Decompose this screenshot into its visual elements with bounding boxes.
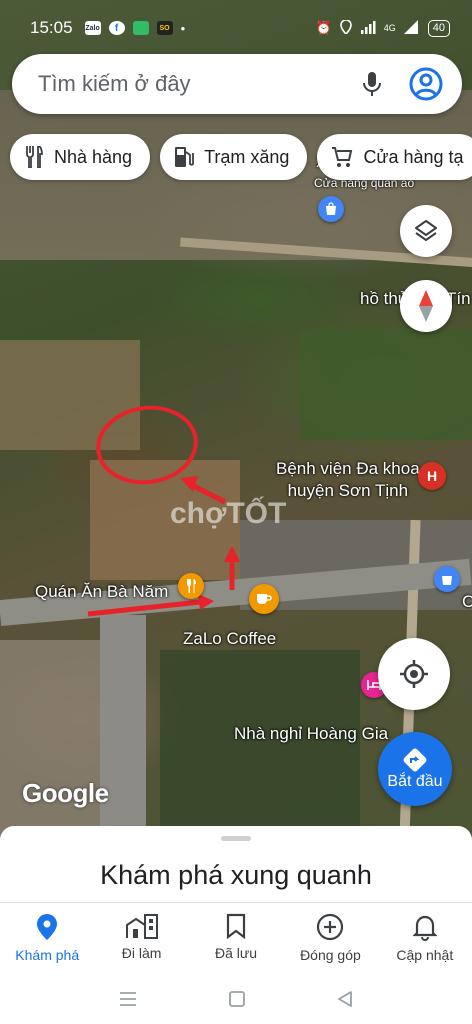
layers-icon	[415, 220, 437, 241]
account-icon[interactable]	[404, 62, 448, 106]
annotation-overlay	[87, 405, 240, 617]
chat-notification-icon	[132, 21, 149, 35]
status-time: 15:05	[30, 18, 73, 37]
place-label-quan-an[interactable]: Quán Ăn Bà Năm	[35, 582, 168, 602]
annotation-arrow-head	[180, 476, 198, 492]
compass-button[interactable]	[400, 280, 452, 332]
bottom-navigation: Khám phá Đi làm Đã lưu Đóng góp Cập nhật	[0, 902, 472, 974]
home-icon[interactable]	[228, 990, 246, 1008]
nav-commute[interactable]: Đi làm	[94, 903, 188, 974]
my-location-button[interactable]	[378, 638, 450, 710]
compass-icon	[419, 290, 433, 322]
annotation-arrow-head	[224, 546, 240, 562]
shopping-bag-icon[interactable]	[318, 196, 344, 222]
search-bar[interactable]: Tìm kiếm ở đây	[12, 54, 462, 114]
status-bar: 15:05 Zalo f SO ● ⏰ 4G 40	[0, 0, 472, 56]
chip-label: Cửa hàng tạ	[363, 146, 464, 167]
so-notification-icon: SO	[156, 21, 173, 35]
chip-stores[interactable]: Cửa hàng tạ	[317, 134, 472, 180]
search-input[interactable]: Tìm kiếm ở đây	[38, 71, 350, 97]
sheet-title: Khám phá xung quanh	[100, 860, 372, 890]
nav-explore[interactable]: Khám phá	[0, 903, 94, 974]
layers-button[interactable]	[400, 205, 452, 257]
location-icon	[339, 18, 352, 37]
bookmark-icon	[226, 913, 246, 939]
back-icon[interactable]	[336, 990, 354, 1008]
nav-label: Đi làm	[121, 945, 162, 961]
cart-icon	[332, 147, 353, 167]
bell-icon	[412, 915, 437, 941]
chip-label: Trạm xăng	[204, 146, 290, 167]
watermark: chợTỐT	[170, 497, 287, 530]
directions-icon	[403, 748, 427, 772]
dot-icon: ●	[180, 23, 186, 33]
google-attribution: Google	[22, 778, 109, 808]
fork-knife-icon	[26, 146, 43, 168]
nav-contribute[interactable]: Đóng góp	[283, 903, 377, 974]
chip-restaurants[interactable]: Nhà hàng	[10, 134, 151, 180]
place-label-nha-nghi[interactable]: Nhà nghỉ Hoàng Gia	[234, 724, 388, 744]
annotation-circle	[96, 405, 198, 485]
add-circle-icon	[317, 913, 344, 941]
shopping-bag-icon[interactable]	[434, 566, 460, 592]
system-navigation	[0, 974, 472, 1024]
annotation-arrow	[87, 599, 201, 617]
satellite-map[interactable]: chợTỐT Cửa hàng quần áo X hồ thủ Tín Bện…	[0, 0, 472, 840]
signal-icon-2	[403, 19, 418, 37]
chip-gas-stations[interactable]: Trạm xăng	[160, 134, 308, 180]
start-label: Bắt đầu	[387, 773, 443, 790]
facebook-notification-icon: f	[108, 21, 125, 35]
fork-knife-icon[interactable]	[178, 573, 204, 599]
nav-label: Đã lưu	[214, 945, 258, 961]
nav-saved[interactable]: Đã lưu	[189, 903, 283, 974]
category-chips: Nhà hàng Trạm xăng Cửa hàng tạ	[10, 134, 472, 180]
battery-indicator: 40	[427, 19, 450, 37]
explore-pin-icon	[37, 914, 58, 940]
nav-updates[interactable]: Cập nhật	[378, 903, 472, 974]
sheet-handle[interactable]	[221, 836, 251, 841]
chip-label: Nhà hàng	[54, 146, 133, 167]
zalo-notification-icon: Zalo	[84, 21, 101, 35]
explore-sheet[interactable]: Khám phá xung quanh	[0, 826, 472, 906]
place-label-hospital[interactable]: Bệnh viện Đa khoa huyện Sơn Tịnh	[276, 458, 420, 502]
gas-station-icon	[175, 147, 194, 167]
network-type: 4G	[383, 23, 396, 33]
nav-label: Khám phá	[15, 947, 80, 963]
start-navigation-button[interactable]: Bắt đầu	[378, 732, 452, 806]
place-label-edge[interactable]: C	[462, 592, 472, 612]
commute-building-icon	[125, 914, 158, 939]
nav-label: Đóng góp	[300, 947, 361, 963]
my-location-icon	[400, 660, 428, 688]
menu-icon[interactable]	[118, 991, 138, 1007]
annotation-arrow-head	[198, 594, 214, 610]
hospital-icon[interactable]: H	[418, 462, 446, 490]
nav-label: Cập nhật	[396, 947, 454, 963]
signal-icon	[360, 20, 376, 37]
alarm-icon: ⏰	[315, 20, 332, 35]
place-label-zalo-coffee[interactable]: ZaLo Coffee	[183, 629, 276, 649]
coffee-icon[interactable]	[249, 584, 279, 614]
microphone-icon[interactable]	[350, 62, 394, 106]
